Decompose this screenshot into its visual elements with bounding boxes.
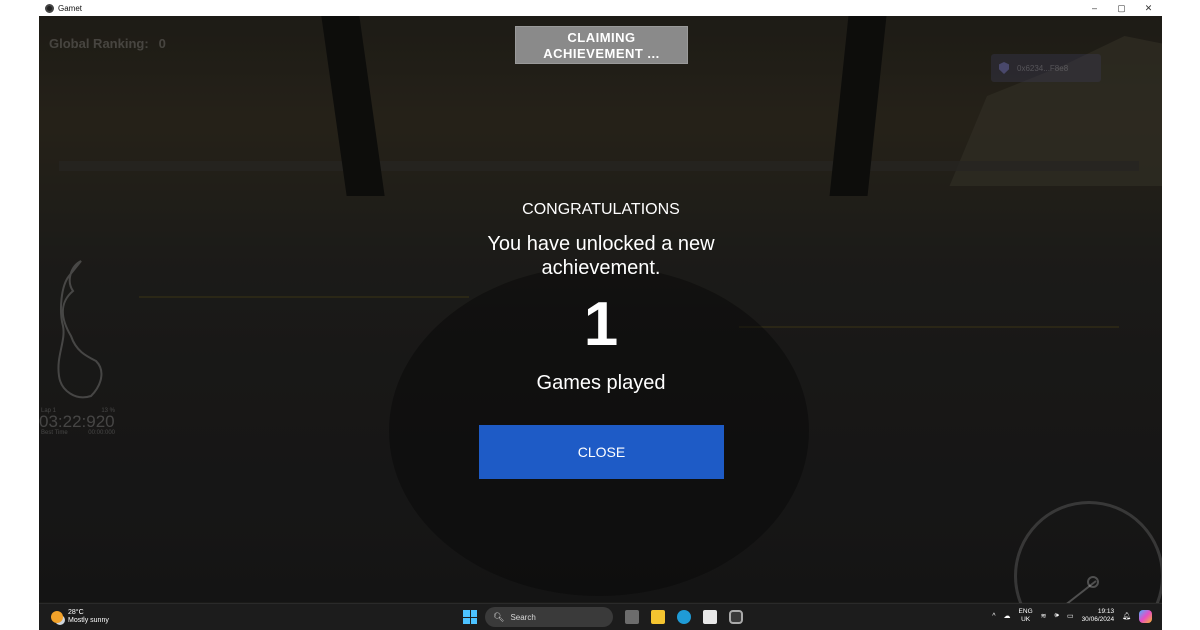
achievement-dialog: CONGRATULATIONS You have unlocked a new … — [439, 195, 763, 395]
best-time-label: Best Time — [41, 430, 68, 436]
lap-time: 03:22:920 — [39, 412, 115, 431]
achievement-count: 1 — [583, 290, 619, 359]
battery-icon[interactable]: ▭ — [1067, 612, 1074, 620]
weather-widget[interactable]: 28°C Mostly sunny — [51, 609, 109, 625]
file-explorer-icon[interactable] — [651, 610, 665, 624]
game-window: Gamet – ▢ ✕ Global Ranking: 0 0x6234...F8… — [39, 0, 1162, 630]
claiming-toast: CLAIMING ACHIEVEMENT ... — [515, 26, 688, 64]
clock-date: 30/06/2024 — [1081, 616, 1115, 623]
chevron-up-icon[interactable]: ^ — [992, 613, 995, 620]
global-ranking: Global Ranking: 0 — [49, 36, 166, 51]
toast-line-2: ACHIEVEMENT ... — [543, 46, 660, 61]
gamet-app-icon[interactable] — [729, 610, 743, 624]
copilot-icon[interactable] — [1139, 609, 1152, 623]
minimize-button[interactable]: – — [1081, 0, 1108, 16]
best-time: 00:00:000 — [88, 430, 115, 436]
ranking-value: 0 — [158, 36, 166, 51]
onedrive-icon[interactable]: ☁ — [1004, 612, 1011, 620]
search-icon: 🔍︎ — [493, 611, 505, 622]
edge-browser-icon[interactable] — [677, 610, 691, 624]
microsoft-store-icon[interactable] — [703, 610, 717, 624]
title-bar: Gamet – ▢ ✕ — [39, 0, 1162, 16]
language-indicator[interactable]: ENG UK — [1019, 608, 1033, 624]
shield-icon — [999, 62, 1009, 74]
wifi-icon[interactable]: ≋ — [1041, 612, 1047, 620]
maximize-button[interactable]: ▢ — [1108, 0, 1135, 16]
task-view-icon[interactable] — [625, 610, 639, 624]
weather-desc: Mostly sunny — [68, 617, 109, 624]
track-minimap — [57, 260, 103, 399]
wallet-address: 0x6234...F8e8 — [1017, 63, 1069, 73]
weather-temp: 28°C — [68, 609, 84, 616]
taskbar: 28°C Mostly sunny 🔍︎ Search ^ ☁ ENG UK ≋ — [39, 603, 1162, 630]
system-tray: ^ ☁ ENG UK ≋ 🕪︎ ▭ 19:13 30/06/2024 🔔︎ — [984, 608, 1152, 624]
clock-time: 19:13 — [1097, 608, 1115, 615]
dialog-message-line-1: You have unlocked a new — [487, 233, 715, 255]
weather-icon — [51, 611, 63, 623]
taskbar-apps: 🔍︎ Search — [463, 607, 743, 627]
window-controls: – ▢ ✕ — [1081, 0, 1162, 16]
achievement-label: Games played — [536, 372, 666, 394]
taskbar-search[interactable]: 🔍︎ Search — [485, 607, 613, 627]
app-icon — [45, 3, 54, 13]
window-title: Gamet — [58, 3, 83, 13]
language-code: ENG — [1018, 608, 1033, 615]
toast-line-1: CLAIMING — [567, 30, 636, 45]
search-placeholder: Search — [510, 612, 536, 622]
wallet-badge[interactable]: 0x6234...F8e8 — [991, 54, 1101, 82]
speedometer-hub — [1087, 576, 1099, 588]
dialog-heading: CONGRATULATIONS — [522, 201, 680, 218]
dialog-message-line-2: achievement. — [541, 257, 661, 279]
close-window-button[interactable]: ✕ — [1135, 0, 1162, 16]
keyboard-region: UK — [1021, 616, 1031, 623]
notification-bell-icon[interactable]: 🔔︎ — [1122, 612, 1131, 620]
ranking-label: Global Ranking: — [49, 36, 149, 51]
volume-icon[interactable]: 🕪︎ — [1055, 612, 1059, 620]
lap-timer: Lap 1 13 % 03:22:920 Best Time 00:00:000 — [39, 408, 119, 436]
windows-start-icon[interactable] — [463, 610, 477, 624]
clock[interactable]: 19:13 30/06/2024 — [1082, 608, 1115, 624]
dialog-message: You have unlocked a new achievement. — [439, 232, 763, 280]
close-button[interactable]: CLOSE — [479, 425, 724, 479]
